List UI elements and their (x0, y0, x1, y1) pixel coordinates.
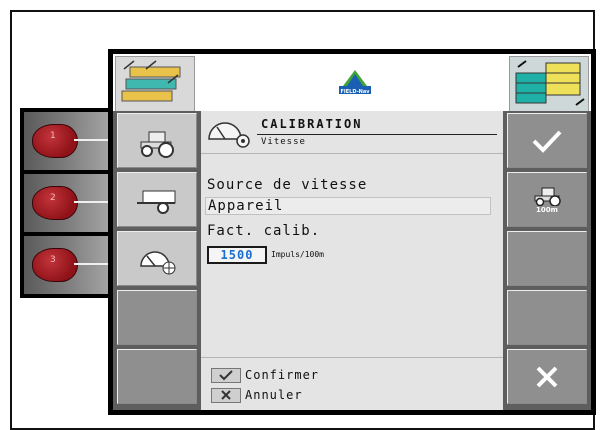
distance-badge: 100m (536, 205, 558, 214)
checkmark-icon (532, 130, 562, 153)
red-oval-key-icon (32, 186, 78, 220)
empty-softkey-right-3[interactable] (507, 231, 587, 286)
confirm-legend-label: Confirmer (245, 368, 320, 382)
empty-softkey-right-4[interactable] (507, 290, 587, 345)
trailer-icon (137, 190, 176, 214)
tractor-icon (140, 131, 174, 158)
cancel-legend-label: Annuler (245, 388, 303, 402)
speedometer-gear-icon (208, 122, 250, 148)
checkmark-icon (211, 367, 241, 383)
logo-text: FIELD-Nav (340, 89, 370, 95)
field-nav-logo: FIELD-Nav (335, 64, 375, 104)
function-key-3[interactable]: 3 (24, 236, 110, 294)
page-title: CALIBRATION (261, 117, 363, 131)
speed-source-label: Source de vitesse (207, 177, 368, 193)
close-x-icon (211, 387, 241, 403)
speed-source-field[interactable]: Appareil (205, 197, 491, 215)
page-subtitle: Vitesse (261, 137, 306, 147)
right-softkey-column: 100m (503, 111, 591, 410)
legend-cancel: Annuler (211, 386, 303, 404)
left-softkey-column (113, 111, 201, 410)
divider (201, 153, 503, 154)
layout-grid-icon (121, 60, 181, 102)
confirm-button[interactable] (507, 113, 587, 168)
calibration-panel: CALIBRATION Vitesse Source de vitesse Ap… (201, 111, 503, 410)
calibration-factor-label: Fact. calib. (207, 223, 321, 239)
tractor-100m-icon (534, 187, 561, 206)
empty-softkey-left-4[interactable] (117, 290, 197, 345)
calibration-factor-unit: Impuls/100m (271, 250, 324, 259)
terminal-screen: FIELD-Nav CALIBRATION Vitesse Source de … (108, 49, 596, 415)
close-x-icon (536, 366, 558, 387)
header-bar: FIELD-Nav (113, 54, 591, 114)
speedometer-calibration-icon (140, 250, 176, 274)
switch-layout-icon (515, 60, 585, 106)
red-oval-key-icon (32, 124, 78, 158)
tractor-100m-button[interactable]: 100m (507, 172, 587, 227)
divider (201, 357, 503, 358)
function-key-panel: 1 2 3 (20, 108, 112, 298)
empty-softkey-left-5[interactable] (117, 349, 197, 404)
cancel-button[interactable] (507, 349, 587, 404)
trailer-button[interactable] (117, 172, 197, 227)
function-key-1[interactable]: 1 (24, 112, 110, 170)
calibration-factor-input[interactable]: 1500 (207, 246, 267, 264)
red-oval-key-icon (32, 248, 78, 282)
function-key-number: 1 (50, 131, 56, 141)
function-key-number: 2 (50, 193, 56, 203)
speed-calibration-button[interactable] (117, 231, 197, 286)
function-key-number: 3 (50, 255, 56, 265)
function-key-2[interactable]: 2 (24, 174, 110, 232)
layout-grid-button[interactable] (115, 56, 195, 112)
switch-layout-button[interactable] (509, 56, 589, 112)
tractor-button[interactable] (117, 113, 197, 168)
legend-confirm: Confirmer (211, 366, 319, 384)
